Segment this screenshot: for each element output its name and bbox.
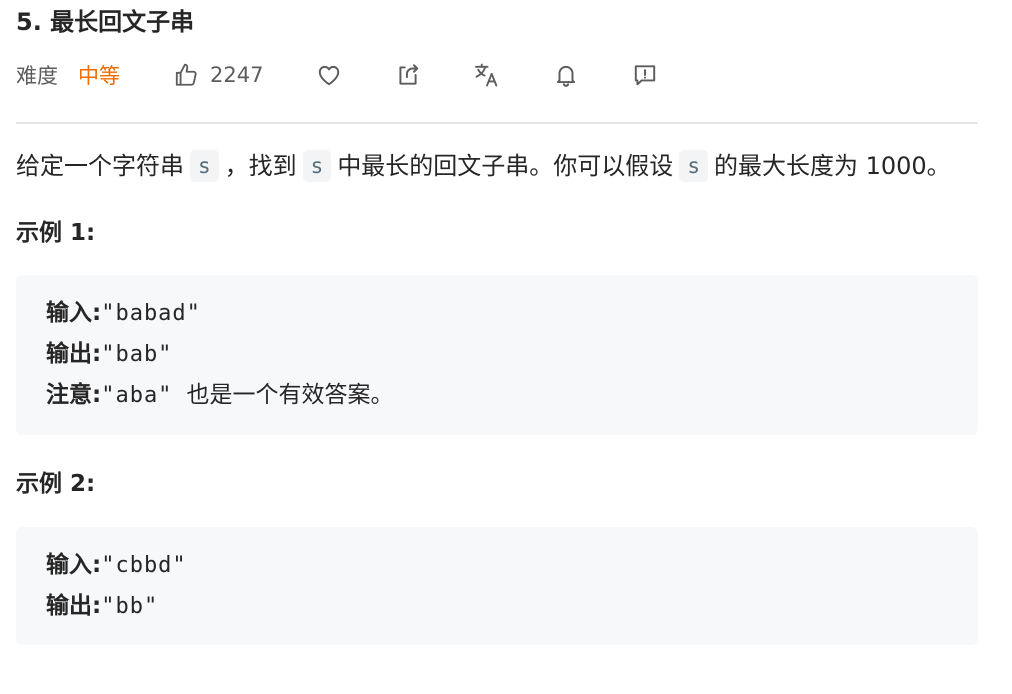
translate-button[interactable] <box>473 61 501 89</box>
inline-code: s <box>679 150 708 182</box>
example-2-box: 输入:"cbbd" 输出:"bb" <box>16 527 978 645</box>
subscribe-button[interactable] <box>552 61 580 89</box>
example-key: 输出: <box>46 341 102 367</box>
example-key: 注意: <box>46 382 102 408</box>
like-button[interactable]: 2247 <box>172 61 263 89</box>
description-text: 给定一个字符串 <box>16 152 184 180</box>
thumbs-up-icon <box>172 61 200 89</box>
example-row: 注意:"aba" 也是一个有效答案。 <box>46 375 978 416</box>
example-value: "bab" <box>101 342 173 367</box>
example-row: 输出:"bab" <box>46 334 978 375</box>
description-text: 中最长的回文子串。你可以假设 <box>337 152 674 180</box>
example-row: 输出:"bb" <box>46 586 978 627</box>
example-row: 输入:"cbbd" <box>46 545 978 586</box>
example-value: "aba" <box>101 383 173 408</box>
feedback-button[interactable] <box>631 61 659 89</box>
example-note: 也是一个有效答案。 <box>186 382 394 408</box>
inline-code: s <box>190 150 219 182</box>
example-key: 输入: <box>46 552 102 578</box>
example-row: 输入:"babad" <box>46 293 978 334</box>
example-2-title: 示例 2: <box>16 471 96 497</box>
example-value: "cbbd" <box>101 553 187 578</box>
difficulty-label: 难度 <box>16 64 58 88</box>
favorite-button[interactable] <box>315 61 343 89</box>
problem-meta-bar: 难度 中等 2247 <box>16 44 978 106</box>
example-key: 输出: <box>46 593 102 619</box>
description-text: ，找到 <box>224 152 297 180</box>
share-icon <box>395 62 421 88</box>
problem-description: 给定一个字符串 s ，找到 s 中最长的回文子串。你可以假设 s 的最大长度为 1000。 <box>16 148 978 184</box>
problem-page: 5. 最长回文子串 难度 中等 2247 给定一个字符串 s ，找到 s 中最长… <box>16 0 978 645</box>
like-count: 2247 <box>210 63 264 87</box>
share-button[interactable] <box>394 61 422 89</box>
header-divider <box>16 122 978 124</box>
feedback-icon <box>632 62 658 88</box>
bell-icon <box>553 62 579 88</box>
heart-icon <box>316 62 342 88</box>
example-1-box: 输入:"babad" 输出:"bab" 注意:"aba" 也是一个有效答案。 <box>16 275 978 435</box>
example-1-title: 示例 1: <box>16 220 96 246</box>
example-key: 输入: <box>46 300 102 326</box>
inline-code: s <box>302 150 332 182</box>
problem-title: 5. 最长回文子串 <box>16 8 195 36</box>
difficulty-value: 中等 <box>78 64 120 88</box>
example-value: "bb" <box>101 594 159 619</box>
translate-icon <box>473 61 501 89</box>
example-value: "babad" <box>101 301 201 326</box>
description-text: 的最大长度为 1000。 <box>713 152 951 180</box>
